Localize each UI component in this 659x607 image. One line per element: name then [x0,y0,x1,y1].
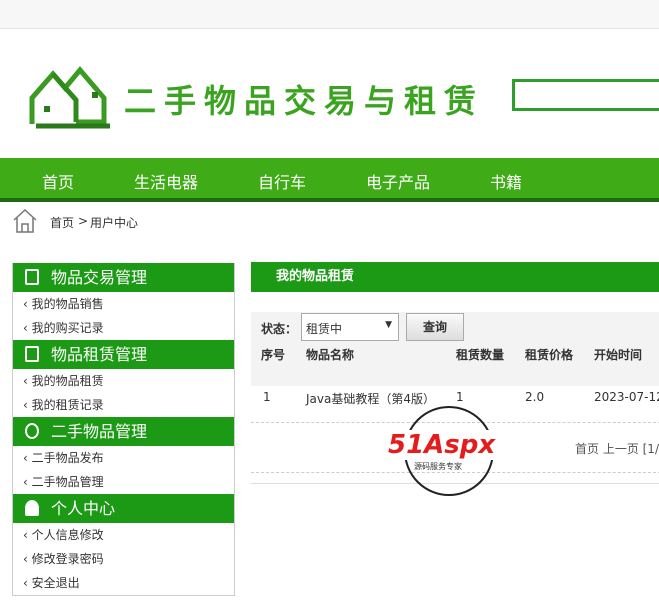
home-icon [13,208,37,233]
column-header: 物品名称 [306,348,355,362]
sidebar-item[interactable]: ‹ 二手物品管理 [13,470,234,494]
sidebar-item[interactable]: ‹ 我的租赁记录 [13,393,234,417]
nav-bicycles[interactable]: 自行车 [258,169,306,193]
sidebar-section-trade: 物品交易管理 [13,263,234,292]
document-icon [25,269,39,285]
sidebar-item[interactable]: ‹ 我的物品租赁 [13,369,234,393]
status-select[interactable]: 租赁中 ▼ [301,313,399,341]
sidebar-item[interactable]: ‹ 安全退出 [13,571,234,595]
sidebar: 物品交易管理 ‹ 我的物品销售 ‹ 我的购买记录 物品租赁管理 ‹ 我的物品租赁… [12,263,235,596]
watermark-text: 51Aspx [388,430,496,460]
sidebar-item[interactable]: ‹ 我的物品销售 [13,292,234,316]
site-title: 二手物品交易与租赁 [124,82,485,120]
column-header: 租赁价格 [525,348,574,362]
nav-home[interactable]: 首页 [42,169,74,193]
user-icon [25,500,39,516]
watermark-subtext: 源码服务专家 [414,461,462,472]
panel-title: 我的物品租赁 [251,262,659,292]
breadcrumb: 首页 > 用户中心 [12,208,138,237]
breadcrumb-current: 用户中心 [90,216,139,230]
sidebar-item[interactable]: ‹ 修改登录密码 [13,547,234,571]
main-panel: 我的物品租赁 状态： 租赁中 ▼ 查询 序号 物品名称 租赁数量 租赁价格 开始时… [251,262,659,484]
breadcrumb-home[interactable]: 首页 [50,214,74,231]
search-input[interactable] [512,79,659,111]
pager[interactable]: 首页 上一页 [1/ [575,440,659,457]
sidebar-item[interactable]: ‹ 二手物品发布 [13,446,234,470]
sidebar-item[interactable]: ‹ 我的购买记录 [13,316,234,340]
house-logo-icon [29,66,110,129]
breadcrumb-separator: > [78,214,89,228]
sidebar-section-profile: 个人中心 [13,494,234,523]
nav-appliances[interactable]: 生活电器 [134,169,198,193]
nav-books[interactable]: 书籍 [490,169,522,193]
document-icon [25,346,39,362]
nav-electronics[interactable]: 电子产品 [366,169,430,193]
query-button[interactable]: 查询 [406,313,464,341]
sidebar-section-rental: 物品租赁管理 [13,340,234,369]
main-nav: 首页 生活电器 自行车 电子产品 书籍 [0,158,659,202]
status-label: 状态： [261,322,298,336]
top-bar [0,0,659,29]
column-header: 租赁数量 [456,348,505,362]
filter-bar: 状态： 租赁中 ▼ 查询 序号 物品名称 租赁数量 租赁价格 开始时间 [251,312,659,386]
column-header: 序号 [261,348,286,362]
support-icon [25,423,39,439]
sidebar-section-secondhand: 二手物品管理 [13,417,234,446]
column-header: 开始时间 [594,348,643,362]
sidebar-item[interactable]: ‹ 个人信息修改 [13,523,234,547]
